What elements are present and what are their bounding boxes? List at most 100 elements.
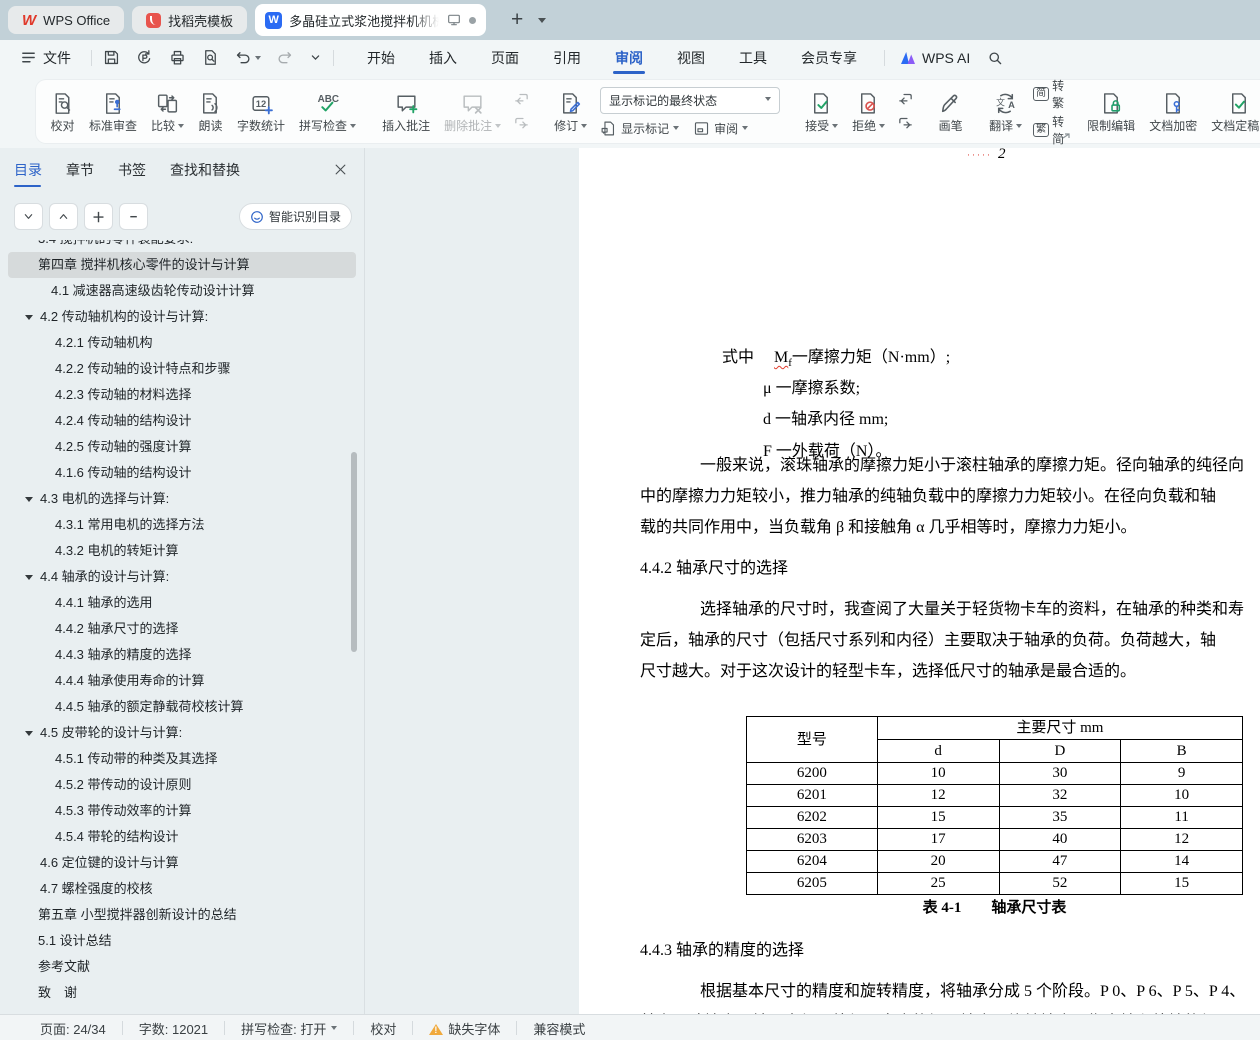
missing-font-warning[interactable]: 缺失字体 <box>425 1019 504 1038</box>
toc-item[interactable]: 4.1.6 传动轴的结构设计 <box>0 460 364 486</box>
toc-item[interactable]: 4.2 传动轴机构的设计与计算: <box>0 304 364 330</box>
toc-item[interactable]: 4.4.5 轴承的额定静载荷校核计算 <box>0 694 364 720</box>
main-menu-icon[interactable] <box>20 49 37 66</box>
pane-tab-章节[interactable]: 章节 <box>66 160 94 187</box>
collapse-all-button[interactable] <box>49 203 78 230</box>
menu-会员专享[interactable]: 会员专享 <box>784 40 874 75</box>
toc-item[interactable]: 4.5 皮带轮的设计与计算: <box>0 720 364 746</box>
toc-item[interactable]: 参考文献 <box>0 954 364 980</box>
print-icon[interactable] <box>168 48 187 67</box>
toc-item[interactable]: 4.6 定位键的设计与计算 <box>0 850 364 876</box>
toc-collapse-icon[interactable] <box>25 731 33 740</box>
toc-item[interactable]: 4.4.2 轴承尺寸的选择 <box>0 616 364 642</box>
zoom-in-toc-button[interactable]: ＋ <box>84 203 113 230</box>
template-store-tab[interactable]: 找稻壳模板 <box>132 6 248 34</box>
new-tab-button[interactable]: + <box>504 7 530 33</box>
menu-审阅[interactable]: 审阅 <box>598 40 660 75</box>
traditional-to-simplified-button[interactable]: 繁 转简 <box>1033 113 1064 147</box>
delete-comment-button[interactable]: 删除批注 <box>437 88 508 136</box>
previous-comment-icon[interactable] <box>513 91 530 108</box>
wps-ai-button[interactable]: WPS AI <box>899 49 970 67</box>
reject-change-button[interactable]: 拒绝 <box>845 88 892 136</box>
menu-插入[interactable]: 插入 <box>412 40 474 75</box>
standard-review-button[interactable]: 标准审查 <box>82 88 144 136</box>
file-menu[interactable]: 文件 <box>43 48 71 68</box>
toc-item[interactable]: 4.4.1 轴承的选用 <box>0 590 364 616</box>
toc-item[interactable]: 4.2.5 传动轴的强度计算 <box>0 434 364 460</box>
menu-工具[interactable]: 工具 <box>722 40 784 75</box>
next-comment-icon[interactable] <box>513 115 530 132</box>
toc-collapse-icon[interactable] <box>25 575 33 584</box>
track-changes-button[interactable]: 修订 <box>547 88 594 136</box>
word-count-status[interactable]: 字数: 12021 <box>135 1019 212 1038</box>
next-change-icon[interactable] <box>897 115 914 132</box>
expand-all-button[interactable] <box>14 203 43 230</box>
toc-item[interactable]: 4.7 螺栓强度的校核 <box>0 876 364 902</box>
toc-item[interactable]: 4.5.4 带轮的结构设计 <box>0 824 364 850</box>
toc-item[interactable]: 4.5.2 带传动的设计原则 <box>0 772 364 798</box>
toc-item[interactable]: 4.3.2 电机的转矩计算 <box>0 538 364 564</box>
smart-toc-button[interactable]: 智能识别目录 <box>238 203 352 230</box>
redo-icon[interactable] <box>275 48 294 67</box>
proofread-button[interactable]: 校对 <box>43 88 82 136</box>
document-page[interactable]: ····· 2 式中 Mf一摩擦力矩（N·mm）; μ 一摩擦系数; d 一轴承内… <box>579 148 1260 1014</box>
toc-item[interactable]: 4.4.3 轴承的精度的选择 <box>0 642 364 668</box>
compatibility-mode-status[interactable]: 兼容模式 <box>529 1019 589 1038</box>
pane-tab-目录[interactable]: 目录 <box>14 160 42 187</box>
toc-item[interactable]: 致 谢 <box>0 980 364 1006</box>
toc-item[interactable]: 4.2.3 传动轴的材料选择 <box>0 382 364 408</box>
menu-页面[interactable]: 页面 <box>474 40 536 75</box>
dialog-launcher-icon[interactable] <box>1061 132 1071 142</box>
restrict-editing-button[interactable]: 限制编辑 <box>1080 88 1142 136</box>
toc-collapse-icon[interactable] <box>25 315 33 324</box>
document-tab[interactable]: W 多晶硅立式浆池搅拌机机械结构 <box>255 4 487 36</box>
search-icon[interactable] <box>986 49 1004 67</box>
toc-item[interactable]: 第五章 小型搅拌器创新设计的总结 <box>0 902 364 928</box>
review-pane-button[interactable]: 审阅 <box>693 120 749 137</box>
compare-button[interactable]: 比较 <box>144 88 191 136</box>
finalize-document-button[interactable]: 文档定稿 <box>1204 88 1260 136</box>
insert-comment-button[interactable]: 插入批注 <box>375 88 437 136</box>
zoom-out-toc-button[interactable]: − <box>119 203 148 230</box>
toc-item[interactable]: 4.4.4 轴承使用寿命的计算 <box>0 668 364 694</box>
toc-item[interactable]: 4.2.2 传动轴的设计特点和步骤 <box>0 356 364 382</box>
print-preview-icon[interactable] <box>201 48 220 67</box>
word-count-button[interactable]: 12 字数统计 <box>230 88 292 136</box>
close-pane-icon[interactable] <box>333 162 348 177</box>
menu-引用[interactable]: 引用 <box>536 40 598 75</box>
toc-item[interactable]: 5.1 设计总结 <box>0 928 364 954</box>
toc-item[interactable]: 4.4 轴承的设计与计算: <box>0 564 364 590</box>
toc-item[interactable]: 4.5.1 传动带的种类及其选择 <box>0 746 364 772</box>
wps-home-tab[interactable]: W WPS Office <box>8 6 125 34</box>
toc-item[interactable]: 4.5.3 带传动效率的计算 <box>0 798 364 824</box>
tab-list-button[interactable] <box>538 14 547 27</box>
encrypt-document-button[interactable]: 文档加密 <box>1142 88 1204 136</box>
page-indicator[interactable]: 页面: 24/34 <box>36 1019 110 1038</box>
pane-tab-查找和替换[interactable]: 查找和替换 <box>170 160 240 187</box>
customize-toolbar-icon[interactable] <box>308 50 323 65</box>
export-icon[interactable] <box>135 48 154 67</box>
markup-state-select[interactable]: 显示标记的最终状态 <box>600 86 781 114</box>
toc-item[interactable]: 4.3 电机的选择与计算: <box>0 486 364 512</box>
accept-change-button[interactable]: 接受 <box>798 88 845 136</box>
toc-item[interactable]: 3.4 搅拌机的零件装配要求: <box>0 240 364 252</box>
read-aloud-button[interactable]: 朗读 <box>191 88 230 136</box>
toc-item[interactable]: 4.3.1 常用电机的选择方法 <box>0 512 364 538</box>
toc-collapse-icon[interactable] <box>25 497 33 506</box>
spellcheck-status[interactable]: 拼写检查: 打开 <box>237 1019 341 1038</box>
pane-tab-书签[interactable]: 书签 <box>118 160 146 187</box>
toc-item[interactable]: 4.2.1 传动轴机构 <box>0 330 364 356</box>
sidebar-scrollbar[interactable] <box>351 452 357 652</box>
menu-视图[interactable]: 视图 <box>660 40 722 75</box>
undo-button[interactable] <box>234 48 261 67</box>
toc-item[interactable]: 4.1 减速器高速级齿轮传动设计计算 <box>0 278 364 304</box>
proofread-status-button[interactable]: 校对 <box>366 1019 400 1038</box>
toc-item[interactable]: 4.2.4 传动轴的结构设计 <box>0 408 364 434</box>
toc-item[interactable]: 第四章 搅拌机核心零件的设计与计算 <box>8 252 356 278</box>
translate-button[interactable]: 文 A 翻译 <box>982 88 1029 136</box>
simplified-to-traditional-button[interactable]: 简 转繁 <box>1033 77 1064 111</box>
previous-change-icon[interactable] <box>897 91 914 108</box>
ink-brush-button[interactable]: 画笔 <box>931 88 970 136</box>
spell-check-button[interactable]: ABC 拼写检查 <box>292 88 363 136</box>
show-markup-button[interactable]: 显示标记 <box>600 120 680 137</box>
